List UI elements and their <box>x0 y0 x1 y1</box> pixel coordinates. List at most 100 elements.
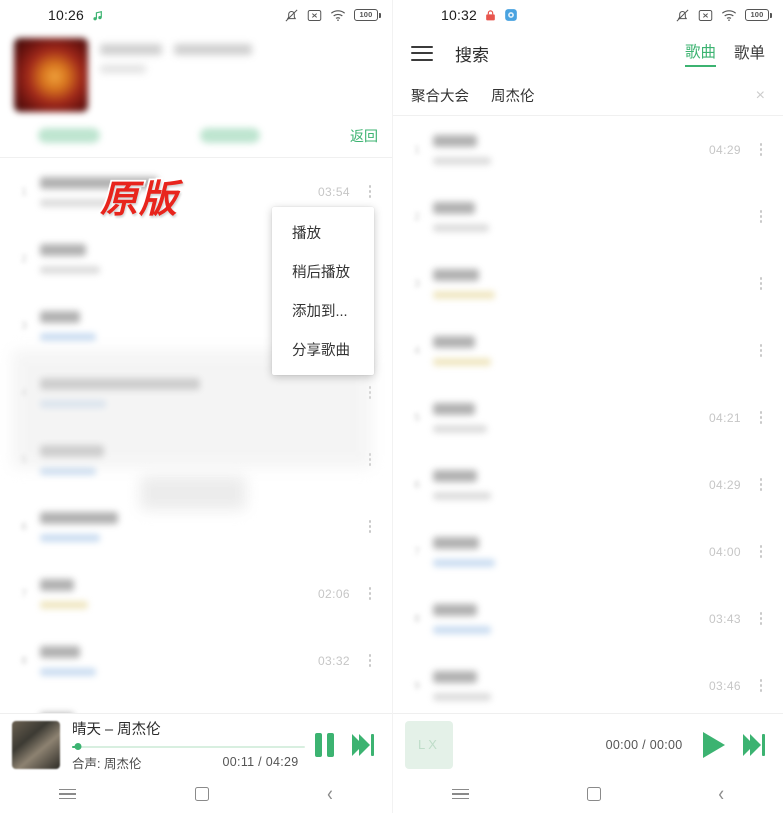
left-mini-player[interactable]: 晴天 – 周杰伦 合声: 周杰伦 00:11 / 04:29 <box>0 713 392 775</box>
next-track-icon[interactable] <box>742 733 765 756</box>
row-more-icon[interactable] <box>753 210 769 223</box>
row-more-icon[interactable] <box>753 277 769 290</box>
player-info: 晴天 – 周杰伦 合声: 周杰伦 00:11 / 04:29 <box>60 718 315 772</box>
song-title-blurred <box>40 243 86 256</box>
row-more-icon[interactable] <box>753 478 769 491</box>
recents-icon[interactable] <box>59 788 77 800</box>
menu-item-play[interactable]: 播放 <box>272 213 374 252</box>
row-index: 6 <box>20 520 28 533</box>
back-button[interactable]: 返回 <box>350 126 378 146</box>
play-icon[interactable] <box>702 731 725 758</box>
table-row[interactable]: 9 03:46 <box>393 652 783 719</box>
row-index: 4 <box>413 344 421 357</box>
tab-songs[interactable]: 歌曲 <box>684 40 716 67</box>
song-title-blurred <box>433 603 477 616</box>
album-title-blurred <box>100 44 162 55</box>
tab-blurred-1[interactable] <box>38 128 100 143</box>
song-artist-blurred <box>433 156 491 165</box>
row-more-icon[interactable] <box>753 679 769 692</box>
row-more-icon[interactable] <box>362 587 378 600</box>
table-row[interactable]: 2 <box>393 183 783 250</box>
x-box-icon <box>698 9 713 22</box>
bell-muted-icon <box>675 8 690 23</box>
player-album-art[interactable] <box>12 720 60 769</box>
row-index: 8 <box>413 612 421 625</box>
row-info <box>427 201 741 232</box>
progress-knob[interactable] <box>74 743 82 750</box>
row-more-icon[interactable] <box>753 143 769 156</box>
song-duration: 04:21 <box>708 410 741 425</box>
hamburger-menu-icon[interactable] <box>411 45 433 61</box>
wifi-icon <box>721 9 737 22</box>
menu-item-share[interactable]: 分享歌曲 <box>272 330 374 369</box>
album-artist-blurred <box>174 44 252 55</box>
row-info <box>427 268 741 299</box>
back-icon[interactable]: ‹ <box>327 782 333 807</box>
row-more-icon[interactable] <box>753 545 769 558</box>
recents-icon[interactable] <box>451 788 469 800</box>
song-title-blurred <box>433 268 479 281</box>
row-index: 5 <box>413 411 421 424</box>
right-mini-player[interactable]: LX 00:00 / 00:00 <box>393 713 783 775</box>
table-row[interactable]: 5 04:21 <box>393 384 783 451</box>
song-artist-blurred <box>433 558 495 567</box>
tab-playlists[interactable]: 歌单 <box>734 41 765 66</box>
page-title: 搜索 <box>455 45 489 65</box>
table-row[interactable]: 3 <box>393 250 783 317</box>
header-tabs: 歌曲 歌单 <box>684 40 765 67</box>
table-row[interactable]: 6 04:29 <box>393 451 783 518</box>
song-artist-blurred <box>40 667 96 676</box>
row-index: 6 <box>413 478 421 491</box>
pause-icon[interactable] <box>314 732 334 757</box>
player-progress-bar[interactable] <box>72 743 305 750</box>
song-title-blurred <box>40 310 80 323</box>
query-keyword[interactable]: 周杰伦 <box>491 85 535 106</box>
table-row[interactable]: 4 <box>393 317 783 384</box>
song-title-blurred <box>40 645 80 658</box>
player-song-title: 晴天 – 周杰伦 <box>72 721 161 738</box>
row-index: 7 <box>413 545 421 558</box>
player-bottom-line: 合声: 周杰伦 00:11 / 04:29 <box>72 753 305 772</box>
row-more-icon[interactable] <box>362 520 378 533</box>
row-more-icon[interactable] <box>753 344 769 357</box>
tab-blurred-2[interactable] <box>200 128 260 143</box>
song-duration: 03:46 <box>708 678 741 693</box>
table-row[interactable]: 7 04:00 <box>393 518 783 585</box>
song-artist-blurred <box>40 600 88 609</box>
row-more-icon[interactable] <box>753 411 769 424</box>
song-artist-blurred <box>433 424 487 433</box>
home-square-icon[interactable] <box>586 787 601 801</box>
table-row[interactable]: 1 04:29 <box>393 116 783 183</box>
song-artist-blurred <box>433 625 491 634</box>
home-square-icon[interactable] <box>194 787 209 801</box>
wifi-icon <box>330 9 346 22</box>
row-more-icon[interactable] <box>362 654 378 667</box>
back-icon[interactable]: ‹ <box>718 782 724 807</box>
song-artist-blurred <box>40 332 96 341</box>
row-more-icon[interactable] <box>362 185 378 198</box>
row-index: 7 <box>20 587 28 600</box>
song-title-blurred <box>40 511 118 524</box>
table-row[interactable]: 8 03:32 <box>0 627 392 694</box>
clear-icon[interactable]: × <box>756 87 765 104</box>
context-menu-left[interactable]: 播放 稍后播放 添加到... 分享歌曲 <box>272 207 374 375</box>
row-info <box>427 670 709 701</box>
row-info <box>34 511 350 542</box>
lock-icon <box>484 9 497 22</box>
song-artist-blurred <box>433 357 491 366</box>
song-title-blurred <box>433 402 475 415</box>
menu-item-play-later[interactable]: 稍后播放 <box>272 252 374 291</box>
next-track-icon[interactable] <box>351 733 374 756</box>
left-phone-screen: 10:26 100 返回 1 03:54 2 3 6 7 02:06 8 03:… <box>0 0 392 813</box>
table-row[interactable]: 8 03:43 <box>393 585 783 652</box>
song-title-blurred <box>433 134 477 147</box>
song-duration: 03:43 <box>708 611 741 626</box>
table-row[interactable]: 7 02:06 <box>0 560 392 627</box>
player-album-art-placeholder[interactable]: LX <box>405 720 453 769</box>
menu-item-add-to[interactable]: 添加到... <box>272 291 374 330</box>
row-info <box>427 536 709 567</box>
row-more-icon[interactable] <box>753 612 769 625</box>
query-source[interactable]: 聚合大会 <box>411 85 469 106</box>
song-duration: 03:54 <box>317 184 350 199</box>
censored-block-1 <box>140 476 246 510</box>
